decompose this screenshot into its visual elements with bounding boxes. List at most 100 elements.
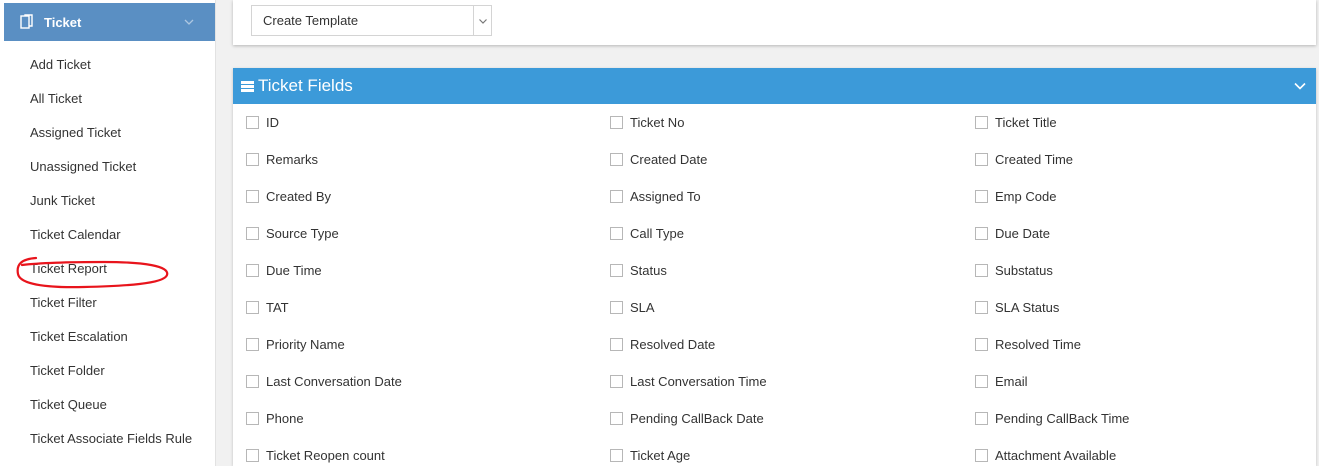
field-checkbox[interactable]	[975, 227, 988, 240]
field-label: Pending CallBack Date	[630, 411, 764, 426]
field-option[interactable]: ID	[246, 104, 279, 141]
field-row: Phone Pending CallBack Date Pending Call…	[233, 400, 1316, 437]
field-checkbox[interactable]	[610, 264, 623, 277]
field-label: ID	[266, 115, 279, 130]
field-option[interactable]: Ticket No	[610, 104, 684, 141]
field-checkbox[interactable]	[246, 190, 259, 203]
field-label: Attachment Available	[995, 448, 1117, 463]
field-label: Due Time	[266, 263, 322, 278]
field-option[interactable]: Resolved Date	[610, 326, 715, 363]
field-option[interactable]: Priority Name	[246, 326, 345, 363]
field-label: Assigned To	[630, 189, 701, 204]
field-option[interactable]: Ticket Reopen count	[246, 437, 385, 466]
chevron-down-icon[interactable]	[181, 14, 197, 30]
field-option[interactable]: Remarks	[246, 141, 318, 178]
sidebar-item-ticket-report[interactable]: Ticket Report	[0, 252, 215, 286]
field-label: Substatus	[995, 263, 1053, 278]
field-option[interactable]: Assigned To	[610, 178, 701, 215]
template-select[interactable]: Create Template	[251, 5, 492, 36]
field-checkbox[interactable]	[975, 338, 988, 351]
field-option[interactable]: SLA	[610, 289, 655, 326]
field-checkbox[interactable]	[246, 449, 259, 462]
field-option[interactable]: Created Time	[975, 141, 1073, 178]
field-checkbox[interactable]	[246, 301, 259, 314]
field-label: Ticket Age	[630, 448, 691, 463]
sidebar-item-ticket-folder[interactable]: Ticket Folder	[0, 354, 215, 388]
field-checkbox[interactable]	[975, 190, 988, 203]
field-label: Due Date	[995, 226, 1050, 241]
ticket-fields-grid: ID Ticket No Ticket Title Remarks Create…	[233, 104, 1316, 466]
field-label: Emp Code	[995, 189, 1057, 204]
field-option[interactable]: Emp Code	[975, 178, 1056, 215]
sidebar-item-add-ticket[interactable]: Add Ticket	[0, 48, 215, 82]
field-option[interactable]: SLA Status	[975, 289, 1059, 326]
field-option[interactable]: Last Conversation Date	[246, 363, 402, 400]
field-option[interactable]: Due Time	[246, 252, 322, 289]
field-checkbox[interactable]	[975, 375, 988, 388]
field-label: Priority Name	[266, 337, 345, 352]
field-checkbox[interactable]	[975, 412, 988, 425]
field-checkbox[interactable]	[975, 264, 988, 277]
field-row: Created By Assigned To Emp Code	[233, 178, 1316, 215]
select-chevron-icon[interactable]	[473, 6, 491, 35]
field-checkbox[interactable]	[610, 153, 623, 166]
sidebar-header-ticket[interactable]: Ticket	[4, 3, 215, 41]
field-option[interactable]: TAT	[246, 289, 289, 326]
field-option[interactable]: Substatus	[975, 252, 1053, 289]
field-checkbox[interactable]	[975, 116, 988, 129]
sidebar-item-junk-ticket[interactable]: Junk Ticket	[0, 184, 215, 218]
field-checkbox[interactable]	[610, 412, 623, 425]
field-option[interactable]: Attachment Available	[975, 437, 1116, 466]
field-option[interactable]: Email	[975, 363, 1028, 400]
field-checkbox[interactable]	[975, 449, 988, 462]
sidebar-item-assigned-ticket[interactable]: Assigned Ticket	[0, 116, 215, 150]
field-checkbox[interactable]	[610, 449, 623, 462]
field-checkbox[interactable]	[610, 301, 623, 314]
field-row: Remarks Created Date Created Time	[233, 141, 1316, 178]
sidebar-item-ticket-escalation[interactable]: Ticket Escalation	[0, 320, 215, 354]
field-option[interactable]: Pending CallBack Date	[610, 400, 764, 437]
field-checkbox[interactable]	[246, 116, 259, 129]
field-option[interactable]: Last Conversation Time	[610, 363, 767, 400]
field-label: Resolved Time	[995, 337, 1081, 352]
collapse-chevron-icon[interactable]	[1292, 78, 1308, 94]
field-label: SLA	[630, 300, 655, 315]
sidebar-item-unassigned-ticket[interactable]: Unassigned Ticket	[0, 150, 215, 184]
field-label: Phone	[266, 411, 304, 426]
field-option[interactable]: Pending CallBack Time	[975, 400, 1129, 437]
field-option[interactable]: Status	[610, 252, 667, 289]
field-option[interactable]: Call Type	[610, 215, 684, 252]
field-checkbox[interactable]	[610, 227, 623, 240]
template-select-value: Create Template	[263, 13, 359, 28]
field-checkbox[interactable]	[610, 116, 623, 129]
sidebar-item-ticket-associate-fields-rule[interactable]: Ticket Associate Fields Rule	[0, 422, 215, 456]
field-checkbox[interactable]	[975, 153, 988, 166]
field-label: Ticket Reopen count	[266, 448, 385, 463]
sidebar-item-ticket-calendar[interactable]: Ticket Calendar	[0, 218, 215, 252]
field-checkbox[interactable]	[246, 375, 259, 388]
field-label: Created By	[266, 189, 332, 204]
field-option[interactable]: Created By	[246, 178, 331, 215]
field-checkbox[interactable]	[246, 264, 259, 277]
field-checkbox[interactable]	[246, 412, 259, 425]
field-checkbox[interactable]	[610, 190, 623, 203]
ticket-fields-header: Ticket Fields	[233, 68, 1316, 104]
field-checkbox[interactable]	[246, 153, 259, 166]
field-checkbox[interactable]	[610, 375, 623, 388]
sidebar-item-ticket-queue[interactable]: Ticket Queue	[0, 388, 215, 422]
sidebar-item-all-ticket[interactable]: All Ticket	[0, 82, 215, 116]
field-option[interactable]: Phone	[246, 400, 304, 437]
field-option[interactable]: Source Type	[246, 215, 339, 252]
field-row: Last Conversation Date Last Conversation…	[233, 363, 1316, 400]
field-option[interactable]: Ticket Age	[610, 437, 690, 466]
field-checkbox[interactable]	[246, 227, 259, 240]
field-option[interactable]: Due Date	[975, 215, 1050, 252]
field-checkbox[interactable]	[246, 338, 259, 351]
field-checkbox[interactable]	[975, 301, 988, 314]
field-option[interactable]: Resolved Time	[975, 326, 1081, 363]
sidebar-item-ticket-filter[interactable]: Ticket Filter	[0, 286, 215, 320]
field-option[interactable]: Ticket Title	[975, 104, 1057, 141]
field-option[interactable]: Created Date	[610, 141, 707, 178]
field-label: Pending CallBack Time	[995, 411, 1130, 426]
field-checkbox[interactable]	[610, 338, 623, 351]
